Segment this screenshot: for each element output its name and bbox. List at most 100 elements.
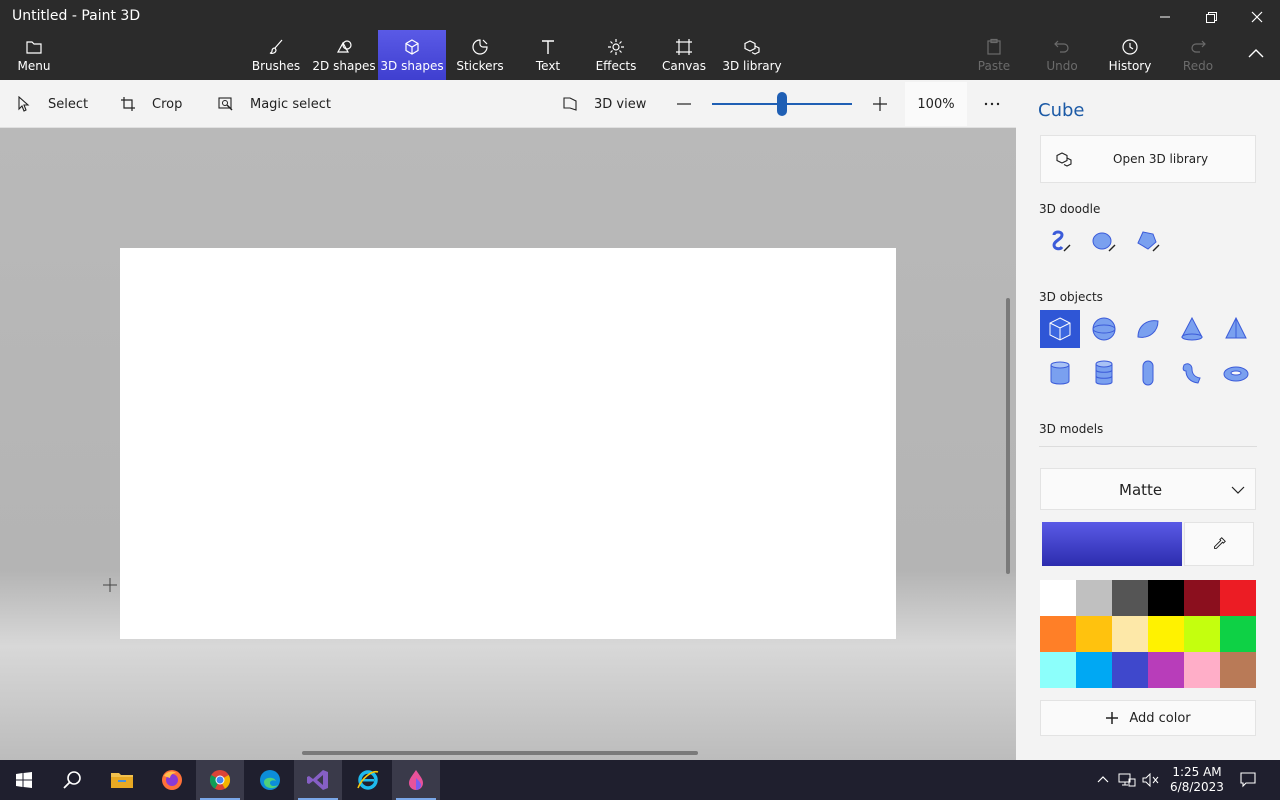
- material-dropdown[interactable]: Matte: [1040, 468, 1256, 510]
- 3d-view-toggle[interactable]: 3D view: [562, 80, 646, 128]
- chrome-taskbar-button[interactable]: [196, 760, 244, 800]
- edge-taskbar-button[interactable]: [246, 760, 294, 800]
- 3d-library-icon: [744, 39, 760, 55]
- paste-button[interactable]: Paste: [972, 30, 1016, 80]
- open-3d-library-button[interactable]: Open 3D library: [1040, 135, 1256, 183]
- minimize-button[interactable]: [1142, 0, 1188, 34]
- color-swatch[interactable]: [1112, 616, 1148, 652]
- search-button[interactable]: [48, 760, 96, 800]
- soft-edge-doodle-button[interactable]: [1084, 222, 1124, 260]
- vertical-scrollbar[interactable]: [1006, 298, 1010, 574]
- color-swatch[interactable]: [1184, 616, 1220, 652]
- tube-object-button[interactable]: [1084, 354, 1124, 392]
- menu-button[interactable]: Menu: [0, 30, 68, 80]
- 3d-view-label: 3D view: [594, 96, 647, 112]
- show-hidden-icons-button[interactable]: [1094, 760, 1112, 800]
- color-swatch[interactable]: [1184, 580, 1220, 616]
- tab-label: 3D shapes: [380, 58, 444, 73]
- pyramid-object-button[interactable]: [1216, 310, 1256, 348]
- restore-icon: [1205, 11, 1217, 23]
- firefox-taskbar-button[interactable]: [148, 760, 196, 800]
- undo-button[interactable]: Undo: [1040, 30, 1084, 80]
- internet-explorer-taskbar-button[interactable]: [344, 760, 392, 800]
- zoom-slider-thumb[interactable]: [777, 92, 787, 116]
- doodle-stone-icon: [1137, 231, 1160, 252]
- tab-stickers[interactable]: Stickers: [454, 30, 506, 80]
- start-button[interactable]: [0, 760, 48, 800]
- redo-button[interactable]: Redo: [1176, 30, 1220, 80]
- clock-date: 6/8/2023: [1170, 780, 1224, 794]
- curved-tube-object-button[interactable]: [1172, 354, 1212, 392]
- tab-canvas[interactable]: Canvas: [660, 30, 708, 80]
- volume-tray-button[interactable]: [1140, 760, 1162, 800]
- color-swatch[interactable]: [1112, 580, 1148, 616]
- restore-button[interactable]: [1188, 0, 1234, 34]
- current-color-swatch[interactable]: [1042, 522, 1182, 566]
- network-tray-button[interactable]: [1116, 760, 1138, 800]
- color-swatch[interactable]: [1040, 616, 1076, 652]
- windows-taskbar: 1:25 AM 6/8/2023: [0, 760, 1280, 800]
- tab-3d-library[interactable]: 3D library: [722, 30, 782, 80]
- visual-studio-icon: [307, 770, 328, 790]
- cone-object-button[interactable]: [1172, 310, 1212, 348]
- zoom-percentage-field[interactable]: 100%: [905, 82, 967, 126]
- cylinder-object-button[interactable]: [1040, 354, 1080, 392]
- effects-icon: [608, 38, 624, 55]
- hemisphere-object-button[interactable]: [1128, 310, 1168, 348]
- paint-3d-taskbar-button[interactable]: [392, 760, 440, 800]
- chrome-icon: [209, 770, 231, 790]
- undo-icon: [1054, 40, 1069, 53]
- capsule-object-button[interactable]: [1128, 354, 1168, 392]
- eyedropper-icon: [1214, 537, 1226, 549]
- ribbon: Menu Brushes 2D shapes 3D shapes Sticker…: [0, 30, 1280, 80]
- visual-studio-taskbar-button[interactable]: [294, 760, 342, 800]
- select-tool[interactable]: Select: [16, 80, 88, 128]
- zoom-in-button[interactable]: [872, 80, 888, 128]
- magic-select-tool[interactable]: Magic select: [218, 80, 331, 128]
- tab-brushes[interactable]: Brushes: [250, 30, 302, 80]
- 3d-library-icon: [1056, 152, 1072, 167]
- more-options-button[interactable]: [984, 80, 1000, 128]
- tab-effects[interactable]: Effects: [592, 30, 640, 80]
- tab-text[interactable]: Text: [526, 30, 570, 80]
- donut-object-button[interactable]: [1216, 354, 1256, 392]
- menu-label: Menu: [17, 58, 51, 73]
- 2d-shapes-icon: [336, 39, 352, 53]
- color-swatch[interactable]: [1040, 580, 1076, 616]
- color-swatch[interactable]: [1220, 616, 1256, 652]
- sphere-object-button[interactable]: [1084, 310, 1124, 348]
- tube-doodle-button[interactable]: [1128, 222, 1168, 260]
- add-color-button[interactable]: Add color: [1040, 700, 1256, 736]
- tab-3d-shapes[interactable]: 3D shapes: [378, 30, 446, 80]
- color-swatch[interactable]: [1076, 580, 1112, 616]
- color-swatch[interactable]: [1076, 652, 1112, 688]
- clock-tray[interactable]: 1:25 AM 6/8/2023: [1166, 760, 1228, 800]
- crop-tool[interactable]: Crop: [120, 80, 182, 128]
- color-swatch[interactable]: [1184, 652, 1220, 688]
- workspace[interactable]: [0, 128, 1016, 760]
- tab-2d-shapes[interactable]: 2D shapes: [312, 30, 376, 80]
- color-swatch[interactable]: [1148, 616, 1184, 652]
- minimize-icon: [1160, 16, 1170, 18]
- color-swatch[interactable]: [1112, 652, 1148, 688]
- color-swatch[interactable]: [1148, 580, 1184, 616]
- zoom-out-button[interactable]: [676, 80, 692, 128]
- color-swatch[interactable]: [1040, 652, 1076, 688]
- history-button[interactable]: History: [1104, 30, 1156, 80]
- drawing-canvas[interactable]: [120, 248, 896, 639]
- 3d-view-icon: [563, 97, 577, 111]
- close-button[interactable]: [1234, 0, 1280, 34]
- edge-icon: [260, 770, 280, 790]
- color-swatch[interactable]: [1220, 580, 1256, 616]
- horizontal-scrollbar[interactable]: [302, 751, 698, 755]
- action-center-button[interactable]: [1234, 760, 1262, 800]
- folder-icon: [26, 40, 42, 54]
- color-swatch[interactable]: [1220, 652, 1256, 688]
- cube-object-button[interactable]: [1040, 310, 1080, 348]
- color-swatch[interactable]: [1148, 652, 1184, 688]
- collapse-ribbon-button[interactable]: [1234, 30, 1278, 80]
- sharp-edge-doodle-button[interactable]: [1040, 222, 1080, 260]
- file-explorer-taskbar-button[interactable]: [98, 760, 146, 800]
- color-swatch[interactable]: [1076, 616, 1112, 652]
- eyedropper-button[interactable]: [1184, 522, 1254, 566]
